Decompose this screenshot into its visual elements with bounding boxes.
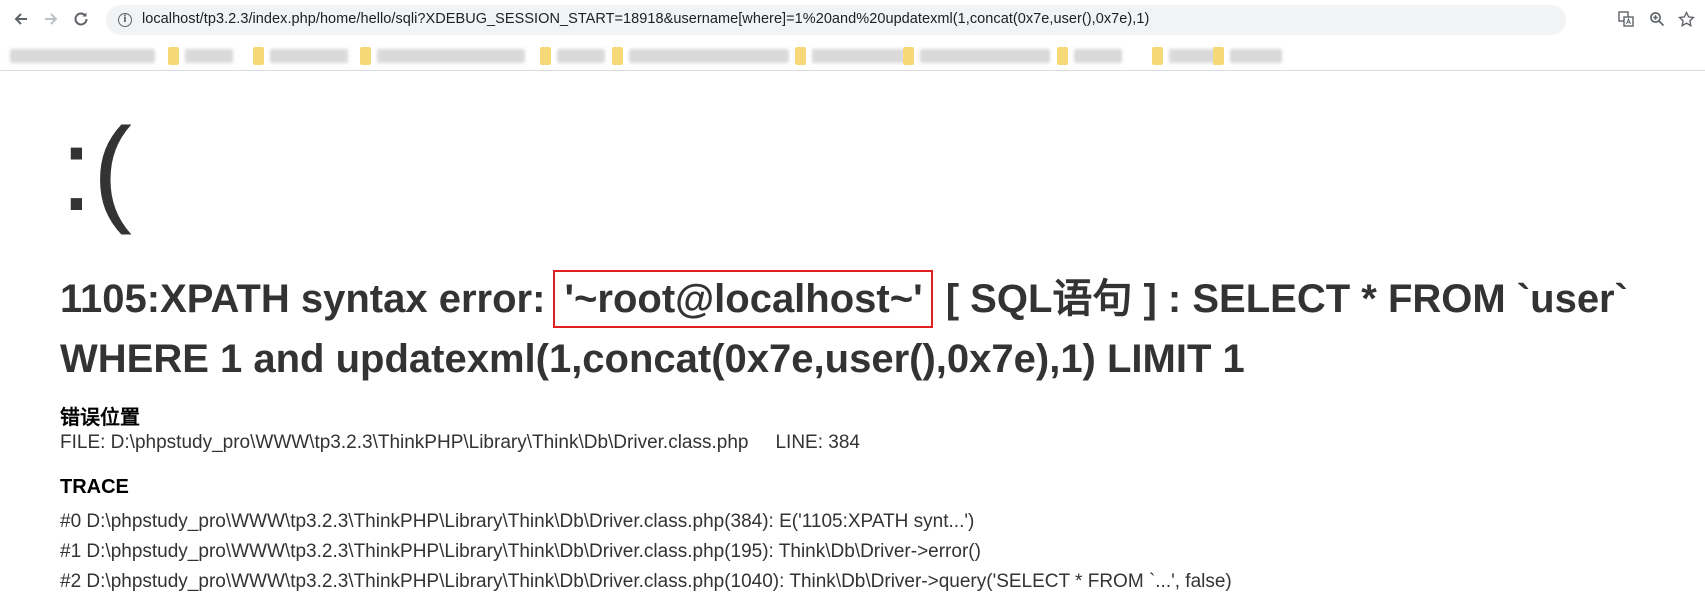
error-message: 1105:XPATH syntax error: '~root@localhos… — [60, 269, 1700, 389]
address-bar[interactable]: i localhost/tp3.2.3/index.php/home/hello… — [106, 5, 1566, 35]
trace-list: #0 D:\phpstudy_pro\WWW\tp3.2.3\ThinkPHP\… — [60, 507, 1232, 597]
folder-icon — [903, 47, 914, 65]
back-arrow-svg — [14, 13, 27, 25]
line-number: LINE: 384 — [775, 432, 860, 453]
sql-statement-text: [ SQL语句 ] : SELECT * FROM `user` — [934, 277, 1628, 321]
trace-item: #1 D:\phpstudy_pro\WWW\tp3.2.3\ThinkPHP\… — [60, 541, 981, 562]
star-icon[interactable] — [1676, 9, 1696, 29]
star-svg — [1677, 10, 1695, 27]
bookmark-item[interactable] — [1213, 47, 1282, 65]
error-file-line: FILE: D:\phpstudy_pro\WWW\tp3.2.3\ThinkP… — [60, 432, 860, 454]
bookmark-item[interactable] — [168, 47, 233, 65]
reload-icon[interactable] — [70, 8, 92, 30]
error-code-text: 1105:XPATH syntax error: — [60, 277, 557, 321]
folder-icon — [612, 47, 623, 65]
bookmark-item[interactable] — [612, 47, 789, 65]
bookmark-item[interactable] — [795, 47, 907, 65]
folder-icon — [540, 47, 551, 65]
error-message-line1: 1105:XPATH syntax error: '~root@localhos… — [60, 269, 1700, 329]
sad-face: :( — [60, 104, 133, 236]
url-text[interactable]: localhost/tp3.2.3/index.php/home/hello/s… — [142, 11, 1149, 27]
error-location-title: 错误位置 — [60, 407, 140, 429]
folder-icon — [1213, 47, 1224, 65]
trace-title: TRACE — [60, 476, 129, 498]
trace-item: #0 D:\phpstudy_pro\WWW\tp3.2.3\ThinkPHP\… — [60, 511, 975, 532]
trace-item: #2 D:\phpstudy_pro\WWW\tp3.2.3\ThinkPHP\… — [60, 571, 1232, 592]
arrow-right-icon[interactable] — [40, 8, 62, 30]
bookmark-item[interactable] — [903, 47, 1050, 65]
folder-icon — [795, 47, 806, 65]
folder-icon — [1152, 47, 1163, 65]
bookmark-item[interactable] — [360, 47, 525, 65]
translate-icon[interactable] — [1616, 9, 1636, 29]
bookmark-item[interactable] — [1057, 47, 1122, 65]
highlighted-result: '~root@localhost~' — [552, 270, 933, 328]
bookmark-item[interactable] — [10, 47, 155, 65]
bookmark-item[interactable] — [1152, 47, 1217, 65]
reload-svg — [74, 12, 88, 26]
translate-svg — [1618, 11, 1634, 27]
error-message-line2: WHERE 1 and updatexml(1,concat(0x7e,user… — [60, 337, 1245, 381]
zoom-icon[interactable] — [1647, 9, 1667, 29]
forward-arrow-svg — [45, 13, 58, 25]
info-icon[interactable]: i — [118, 13, 132, 27]
zoom-svg — [1650, 12, 1665, 27]
bookmark-item[interactable] — [540, 47, 605, 65]
browser-toolbar: i localhost/tp3.2.3/index.php/home/hello… — [0, 0, 1705, 40]
folder-icon — [168, 47, 179, 65]
bookmarks-bar — [0, 40, 1705, 71]
file-path: FILE: D:\phpstudy_pro\WWW\tp3.2.3\ThinkP… — [60, 432, 749, 453]
folder-icon — [360, 47, 371, 65]
arrow-left-icon[interactable] — [10, 8, 32, 30]
folder-icon — [1057, 47, 1068, 65]
bookmark-item[interactable] — [253, 47, 348, 65]
folder-icon — [253, 47, 264, 65]
